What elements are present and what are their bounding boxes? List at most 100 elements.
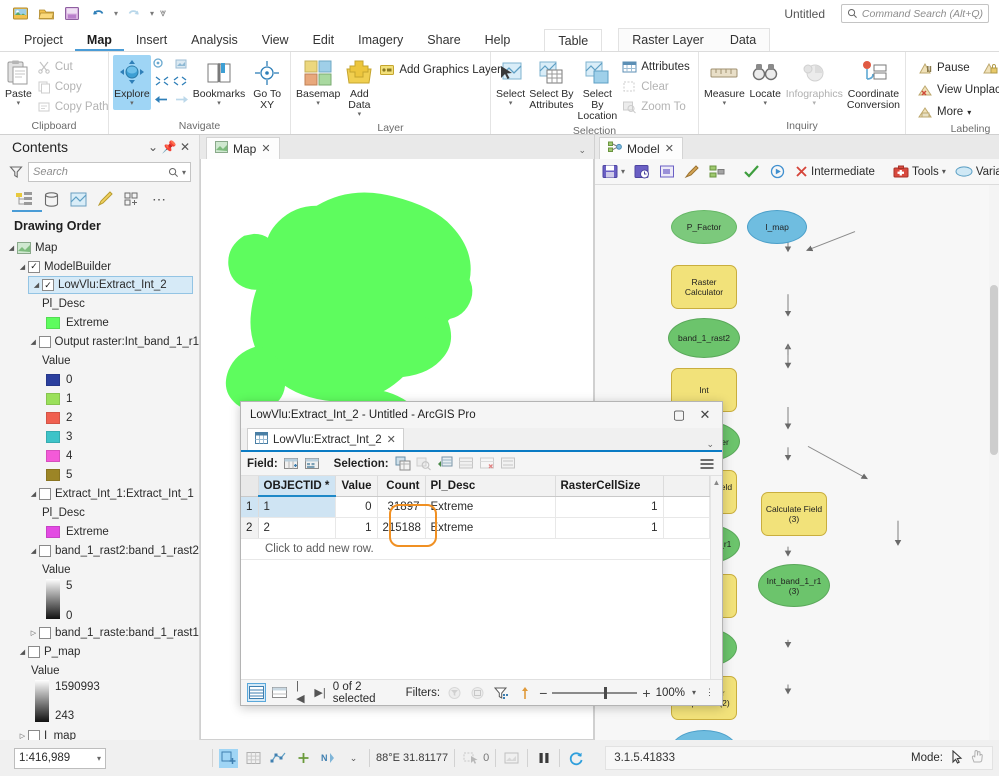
selection-icon[interactable]	[66, 188, 90, 210]
table-tabs-overflow-icon[interactable]: ⌄	[404, 439, 722, 450]
tab-insert[interactable]: Insert	[124, 29, 179, 51]
symbol-swatch[interactable]	[46, 392, 60, 405]
close-icon[interactable]: ✕	[261, 142, 270, 155]
tree-symbol-extreme[interactable]: Extreme	[0, 313, 199, 332]
filter-none-icon[interactable]	[445, 683, 464, 702]
pointer-icon[interactable]	[951, 749, 964, 767]
filter-custom-icon[interactable]	[492, 683, 511, 702]
delete-selection-icon[interactable]	[478, 455, 496, 472]
layer-checkbox[interactable]	[28, 645, 40, 658]
plus-icon[interactable]: +	[642, 685, 650, 701]
view-tabs-overflow-icon[interactable]: ⌄	[578, 145, 594, 159]
north-arrow-icon[interactable]: N	[319, 749, 338, 768]
model-node-i-map[interactable]: I_map	[747, 210, 807, 244]
cell-value[interactable]: 0	[335, 496, 378, 518]
chevron-down-icon[interactable]: ⌄	[344, 749, 363, 768]
save-model-as-button[interactable]	[631, 163, 653, 180]
symbol-swatch[interactable]	[46, 468, 60, 481]
minus-icon[interactable]: −	[539, 685, 547, 701]
add-point-icon[interactable]	[294, 749, 313, 768]
intermediate-button[interactable]: Intermediate	[792, 164, 878, 179]
layer-checkbox[interactable]	[39, 487, 51, 500]
row-number[interactable]: 1	[241, 496, 259, 518]
view-unplaced-button[interactable]: View Unplaced	[916, 80, 999, 100]
more-options-icon[interactable]: ⋯	[147, 188, 171, 210]
tree-symbol-value-3[interactable]: 3	[0, 427, 199, 446]
tab-share[interactable]: Share	[415, 29, 472, 51]
column-header-value[interactable]: Value	[335, 476, 378, 497]
attribute-table-tab[interactable]: LowVlu:Extract_Int_2 ✕	[247, 428, 404, 450]
copy-path-button[interactable]: Copy Path	[35, 97, 114, 117]
select-button[interactable]: Select ▾	[495, 55, 526, 110]
measure-button[interactable]: Measure ▾	[703, 55, 746, 110]
table-vertical-scrollbar[interactable]: ▲	[710, 476, 722, 679]
tree-item-output-raster[interactable]: ◢ Output raster:Int_band_1_r1	[0, 332, 199, 351]
cell-rastercellsize[interactable]: 1	[555, 517, 664, 539]
tree-item-band-1-rast2[interactable]: ◢ band_1_rast2:band_1_rast2	[0, 541, 199, 560]
grid-view-icon[interactable]	[271, 683, 290, 702]
scroll-up-icon[interactable]: ▲	[711, 476, 722, 487]
editing-icon[interactable]	[93, 188, 117, 210]
explore-button[interactable]: Explore ▾	[113, 55, 151, 110]
zoom-dropdown-icon[interactable]: ▾	[690, 688, 698, 697]
save-model-dropdown-icon[interactable]: ▾	[621, 167, 625, 176]
zoom-out-fixed-icon[interactable]	[172, 75, 188, 90]
model-vertical-scrollbar[interactable]	[989, 185, 999, 740]
model-properties-button[interactable]	[656, 163, 678, 180]
chevron-down-icon[interactable]: ⌄	[145, 140, 161, 154]
expander-icon[interactable]: ◢	[28, 338, 39, 346]
locate-dropdown-icon[interactable]: ▾	[764, 100, 768, 108]
tree-item-p-map[interactable]: ◢ P_map	[0, 642, 199, 661]
cell-value[interactable]: 1	[335, 517, 378, 539]
clear-selection-button[interactable]: Clear	[620, 77, 695, 97]
calculate-field-icon[interactable]	[304, 455, 322, 472]
contents-search-input[interactable]: Search ▾	[28, 162, 191, 182]
close-icon[interactable]: ✕	[692, 404, 718, 426]
tab-map[interactable]: Map	[74, 29, 124, 51]
add-graphics-layer-button[interactable]: Add Graphics Layer	[377, 60, 506, 80]
tree-symbol-value-4[interactable]: 4	[0, 446, 199, 465]
expander-icon[interactable]: ◢	[28, 547, 39, 555]
tree-item-band-1-raste[interactable]: ▷ band_1_raste:band_1_rast1	[0, 623, 199, 642]
ctx-tab-raster-layer[interactable]: Raster Layer	[619, 29, 717, 51]
prev-record-icon[interactable]: |◀	[294, 680, 307, 705]
filter-icon[interactable]	[8, 165, 23, 180]
table-view-icon[interactable]	[247, 683, 266, 702]
row-number[interactable]: 2	[241, 517, 259, 539]
copy-selection-icon[interactable]	[499, 455, 517, 472]
symbol-swatch[interactable]	[46, 411, 60, 424]
next-record-icon[interactable]: ▶|	[312, 686, 327, 699]
model-node-int-band-1-r1-3[interactable]: Int_band_1_r1 (3)	[758, 564, 830, 607]
basemap-dropdown-icon[interactable]: ▾	[316, 100, 320, 108]
tree-symbol-extreme-2[interactable]: Extreme	[0, 522, 199, 541]
auto-layout-button[interactable]	[681, 163, 703, 180]
add-data-dropdown-icon[interactable]: ▾	[358, 111, 362, 119]
close-icon[interactable]: ✕	[387, 433, 396, 446]
add-data-button[interactable]: Add Data ▾	[343, 55, 375, 121]
model-node-raster-calculator[interactable]: Raster Calculator	[671, 265, 737, 309]
hamburger-menu-icon[interactable]	[698, 455, 716, 472]
attributes-button[interactable]: Attributes	[620, 57, 695, 77]
check-model-button[interactable]	[706, 163, 728, 180]
cell-objectid[interactable]: 2	[258, 517, 336, 539]
undo-icon[interactable]	[88, 4, 108, 24]
save-project-icon[interactable]	[10, 4, 30, 24]
add-new-row[interactable]: Click to add new row.	[241, 539, 710, 560]
full-extent-icon[interactable]	[153, 58, 168, 74]
grid-icon[interactable]	[244, 749, 263, 768]
switch-selection-icon[interactable]	[436, 455, 454, 472]
tab-view[interactable]: View	[250, 29, 301, 51]
cut-button[interactable]: Cut	[35, 57, 114, 77]
bookmarks-button[interactable]: Bookmarks ▾	[192, 55, 247, 110]
attribute-table-grid[interactable]: OBJECTID * Value Count Pl_Desc RasterCel…	[241, 476, 710, 679]
scrollbar-thumb[interactable]	[990, 285, 998, 455]
measure-dropdown-icon[interactable]: ▾	[723, 100, 727, 108]
column-header-pl-desc[interactable]: Pl_Desc	[425, 476, 556, 497]
tree-item-map[interactable]: ◢ Map	[0, 238, 199, 257]
redo-icon[interactable]	[124, 4, 144, 24]
infographics-button[interactable]: Infographics ▾	[785, 55, 844, 110]
cell-count[interactable]: 215188	[377, 517, 426, 539]
more-dropdown-icon[interactable]: ▾	[967, 108, 971, 117]
tree-item-lowvlu-extract-int-2[interactable]: ◢ ✓ LowVlu:Extract_Int_2	[28, 276, 193, 294]
undo-dropdown-icon[interactable]: ▾	[114, 9, 118, 18]
